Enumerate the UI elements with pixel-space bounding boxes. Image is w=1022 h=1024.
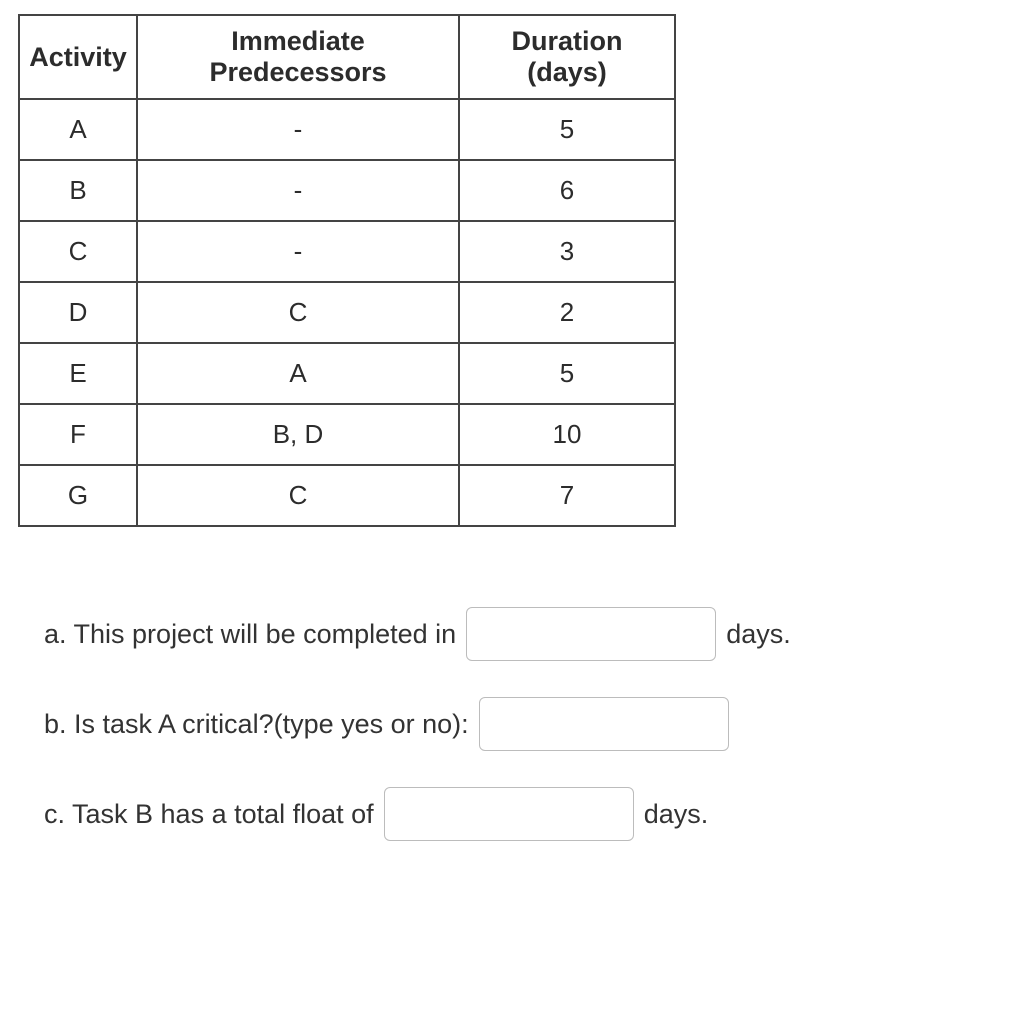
cell-duration: 3 [459,221,675,282]
cell-activity: F [19,404,137,465]
cell-activity: C [19,221,137,282]
table-row: D C 2 [19,282,675,343]
cell-predecessors: C [137,282,459,343]
question-b-prefix: b. Is task A critical?(type yes or no): [44,709,469,740]
cell-duration: 5 [459,343,675,404]
cell-activity: E [19,343,137,404]
cell-predecessors: B, D [137,404,459,465]
header-predecessors: Immediate Predecessors [137,15,459,99]
question-a-prefix: a. This project will be completed in [44,619,456,650]
answer-c-input[interactable] [384,787,634,841]
table-row: C - 3 [19,221,675,282]
table-header-row: Activity Immediate Predecessors Duration… [19,15,675,99]
activity-table: Activity Immediate Predecessors Duration… [18,14,676,527]
cell-activity: G [19,465,137,526]
cell-predecessors: A [137,343,459,404]
cell-predecessors: - [137,221,459,282]
question-a-suffix: days. [726,619,791,650]
header-duration: Duration (days) [459,15,675,99]
cell-activity: B [19,160,137,221]
cell-duration: 6 [459,160,675,221]
cell-duration: 7 [459,465,675,526]
table-row: A - 5 [19,99,675,160]
cell-predecessors: C [137,465,459,526]
cell-activity: D [19,282,137,343]
questions-block: a. This project will be completed in day… [18,607,1004,841]
answer-b-input[interactable] [479,697,729,751]
cell-duration: 5 [459,99,675,160]
answer-a-input[interactable] [466,607,716,661]
question-b: b. Is task A critical?(type yes or no): [44,697,1004,751]
question-c: c. Task B has a total float of days. [44,787,1004,841]
question-a: a. This project will be completed in day… [44,607,1004,661]
header-activity: Activity [19,15,137,99]
cell-predecessors: - [137,160,459,221]
cell-predecessors: - [137,99,459,160]
question-c-suffix: days. [644,799,709,830]
table-row: B - 6 [19,160,675,221]
table-row: E A 5 [19,343,675,404]
table-row: G C 7 [19,465,675,526]
cell-activity: A [19,99,137,160]
cell-duration: 10 [459,404,675,465]
question-c-prefix: c. Task B has a total float of [44,799,374,830]
cell-duration: 2 [459,282,675,343]
table-row: F B, D 10 [19,404,675,465]
